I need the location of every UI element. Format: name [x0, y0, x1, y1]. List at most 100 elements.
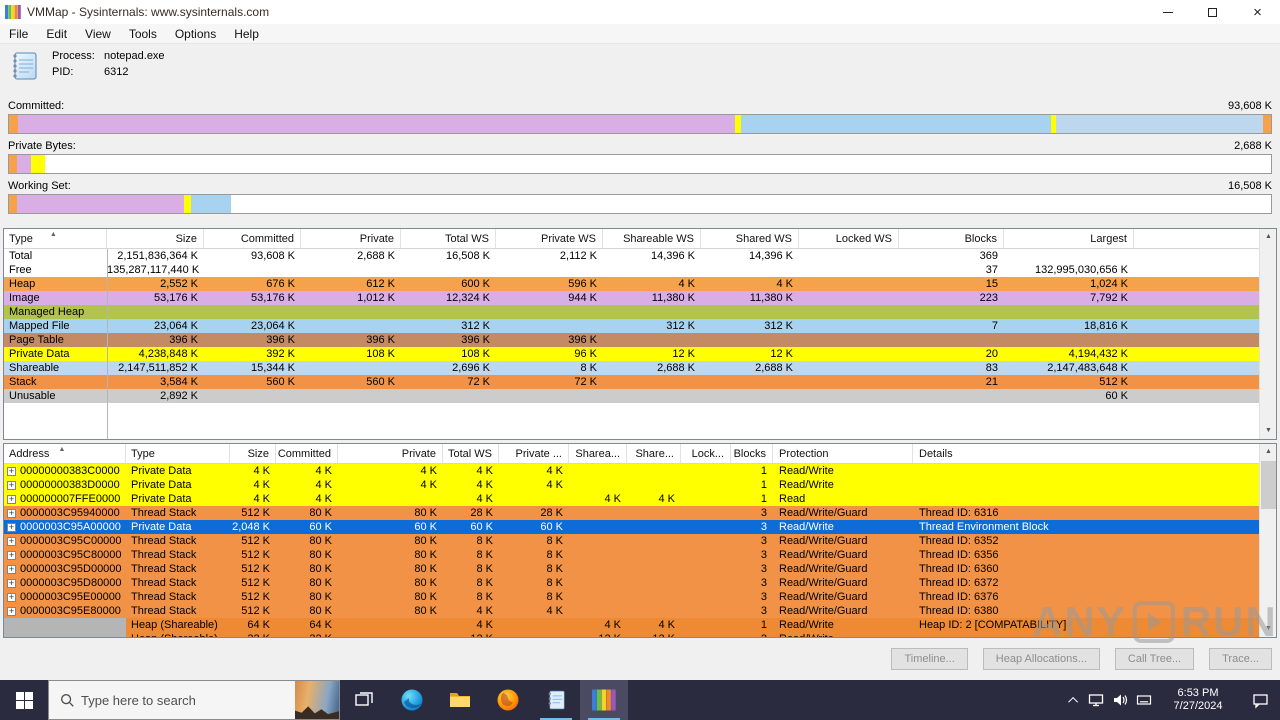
- menu-help[interactable]: Help: [225, 27, 268, 41]
- type-col-committed[interactable]: Committed: [204, 229, 301, 248]
- region-col-sharea[interactable]: Sharea...: [569, 444, 627, 463]
- taskbar-edge-button[interactable]: [388, 680, 436, 720]
- type-col-private-ws[interactable]: Private WS: [496, 229, 603, 248]
- type-col-largest[interactable]: Largest: [1004, 229, 1134, 248]
- scrollbar-thumb[interactable]: [1261, 461, 1276, 509]
- region-row-0000003c95d80000[interactable]: +0000003C95D80000 Thread Stack 512 K 80 K 80…: [4, 576, 1259, 590]
- region-row-group-11[interactable]: Heap (Shareable) 64 K 64 K 4 K 4 K 4 K 1 Read/W…: [4, 618, 1259, 632]
- region-table-scrollbar[interactable]: ▲ ▼: [1259, 444, 1276, 637]
- expand-icon[interactable]: +: [7, 606, 16, 616]
- region-row-0000003c95c00000[interactable]: +0000003C95C00000 Thread Stack 512 K 80 K 80…: [4, 534, 1259, 548]
- expand-icon[interactable]: +: [7, 480, 16, 490]
- scroll-down-icon[interactable]: ▼: [1260, 423, 1276, 439]
- bar-segment: [190, 195, 231, 213]
- region-row-00000000383d0000[interactable]: +00000000383D0000 Private Data 4 K 4 K 4 K 4 …: [4, 478, 1259, 492]
- heap-allocations-button[interactable]: Heap Allocations...: [982, 648, 1100, 670]
- cell-size: 512 K: [241, 563, 270, 575]
- taskbar-notepad-button[interactable]: [532, 680, 580, 720]
- expand-icon[interactable]: +: [7, 494, 16, 504]
- menu-file[interactable]: File: [0, 27, 37, 41]
- region-col-address[interactable]: Address ▲: [4, 444, 126, 463]
- type-row-private-data[interactable]: Private Data 4,238,848 K 392 K 108 K 108 K 96…: [4, 347, 1259, 361]
- minimize-icon: [1162, 11, 1173, 13]
- region-col-blocks[interactable]: Blocks: [731, 444, 773, 463]
- region-row-000000007ffe0000[interactable]: +000000007FFE0000 Private Data 4 K 4 K 4 K 4 …: [4, 492, 1259, 506]
- action-center-button[interactable]: [1240, 692, 1280, 709]
- menu-options[interactable]: Options: [166, 27, 225, 41]
- taskbar-file-explorer-button[interactable]: [436, 680, 484, 720]
- region-col-private[interactable]: Private: [338, 444, 443, 463]
- type-col-blocks[interactable]: Blocks: [899, 229, 1004, 248]
- region-row-group-12[interactable]: Heap (Shareable)32 K32 K12 K12 K12 K2Rea…: [4, 632, 1259, 637]
- type-row-total[interactable]: Total 2,151,836,364 K 93,608 K 2,688 K 16,50…: [4, 249, 1259, 263]
- expand-icon[interactable]: +: [7, 522, 16, 532]
- region-row-0000003c95c80000[interactable]: +0000003C95C80000 Thread Stack 512 K 80 K 80…: [4, 548, 1259, 562]
- region-row-0000003c95e00000[interactable]: +0000003C95E00000 Thread Stack 512 K 80 K 80…: [4, 590, 1259, 604]
- scroll-up-icon[interactable]: ▲: [1260, 229, 1276, 245]
- type-table-scrollbar[interactable]: ▲ ▼: [1259, 229, 1276, 439]
- type-col-shared-ws[interactable]: Shared WS: [701, 229, 799, 248]
- menu-view[interactable]: View: [76, 27, 120, 41]
- region-row-0000003c95940000[interactable]: +0000003C95940000 Thread Stack 512 K 80 K 80…: [4, 506, 1259, 520]
- region-col-details[interactable]: Details: [913, 444, 1276, 463]
- type-row-free[interactable]: Free 135,287,117,440 K 37 132,995,030,656 K: [4, 263, 1259, 277]
- expand-icon[interactable]: +: [7, 592, 16, 602]
- expand-icon[interactable]: +: [7, 466, 16, 476]
- cell-total-ws: 72 K: [467, 376, 490, 388]
- type-row-unusable[interactable]: Unusable 2,892 K 60 K: [4, 389, 1259, 403]
- type-col-size[interactable]: Size: [107, 229, 204, 248]
- menu-tools[interactable]: Tools: [120, 27, 166, 41]
- region-row-0000003c95a00000[interactable]: +0000003C95A00000 Private Data 2,048 K 60 K…: [4, 520, 1259, 534]
- region-col-committed[interactable]: Committed: [276, 444, 338, 463]
- search-box[interactable]: Type here to search: [48, 680, 340, 720]
- scroll-up-icon[interactable]: ▲: [1260, 444, 1276, 460]
- expand-icon[interactable]: +: [7, 578, 16, 588]
- cell-committed: 80 K: [309, 535, 332, 547]
- scroll-down-icon[interactable]: ▼: [1260, 621, 1276, 637]
- type-row-image[interactable]: Image 53,176 K 53,176 K 1,012 K 12,324 K 944 …: [4, 291, 1259, 305]
- call-tree-button[interactable]: Call Tree...: [1114, 648, 1195, 670]
- trace-button[interactable]: Trace...: [1209, 648, 1272, 670]
- timeline-button[interactable]: Timeline...: [891, 648, 968, 670]
- language-tray-button[interactable]: [1132, 692, 1156, 708]
- region-col-lock[interactable]: Lock...: [681, 444, 731, 463]
- task-view-button[interactable]: [340, 680, 388, 720]
- start-button[interactable]: [0, 680, 48, 720]
- expand-icon[interactable]: +: [7, 536, 16, 546]
- network-tray-button[interactable]: [1084, 692, 1108, 708]
- region-col-share[interactable]: Share...: [627, 444, 681, 463]
- taskbar-firefox-button[interactable]: [484, 680, 532, 720]
- type-row-page-table[interactable]: Page Table 396 K 396 K 396 K 396 K 396 K: [4, 333, 1259, 347]
- type-row-stack[interactable]: Stack 3,584 K 560 K 560 K 72 K 72 K 21 512 K: [4, 375, 1259, 389]
- volume-tray-button[interactable]: [1108, 692, 1132, 708]
- maximize-button[interactable]: [1190, 0, 1235, 24]
- type-row-shareable[interactable]: Shareable 2,147,511,852 K 15,344 K 2,696 K 8…: [4, 361, 1259, 375]
- tray-expand-button[interactable]: [1064, 696, 1084, 707]
- region-row-0000003c95d00000[interactable]: +0000003C95D00000 Thread Stack 512 K 80 K 80…: [4, 562, 1259, 576]
- region-col-type[interactable]: Type: [126, 444, 230, 463]
- region-col-protection[interactable]: Protection: [773, 444, 913, 463]
- type-row-managed-heap[interactable]: Managed Heap: [4, 305, 1259, 319]
- minimize-button[interactable]: [1145, 0, 1190, 24]
- taskbar-vmmap-button[interactable]: [580, 680, 628, 720]
- taskbar-clock[interactable]: 6:53 PM 7/27/2024: [1162, 687, 1234, 713]
- type-col-private[interactable]: Private: [301, 229, 401, 248]
- type-col-type[interactable]: Type ▲: [4, 229, 107, 248]
- type-col-shareable-ws[interactable]: Shareable WS: [603, 229, 701, 248]
- expand-icon[interactable]: +: [7, 508, 16, 518]
- expand-icon[interactable]: +: [7, 550, 16, 560]
- region-col-size[interactable]: Size: [230, 444, 276, 463]
- region-col-private[interactable]: Private ...: [499, 444, 569, 463]
- region-row-0000003c95e80000[interactable]: +0000003C95E80000 Thread Stack 512 K 80 K 80…: [4, 604, 1259, 618]
- cell-largest: 60 K: [1105, 390, 1128, 402]
- menu-edit[interactable]: Edit: [37, 27, 76, 41]
- region-row-00000000383c0000[interactable]: +00000000383C0000 Private Data 4 K 4 K 4 K 4 …: [4, 464, 1259, 478]
- type-row-mapped-file[interactable]: Mapped File 23,064 K 23,064 K 312 K 312 K 312…: [4, 319, 1259, 333]
- type-col-total-ws[interactable]: Total WS: [401, 229, 496, 248]
- type-row-heap[interactable]: Heap 2,552 K 676 K 612 K 600 K 596 K 4 K 4 K 15 1…: [4, 277, 1259, 291]
- search-highlight-image[interactable]: [295, 681, 339, 719]
- region-col-total-ws[interactable]: Total WS: [443, 444, 499, 463]
- close-button[interactable]: ×: [1235, 0, 1280, 24]
- type-col-locked-ws[interactable]: Locked WS: [799, 229, 899, 248]
- expand-icon[interactable]: +: [7, 564, 16, 574]
